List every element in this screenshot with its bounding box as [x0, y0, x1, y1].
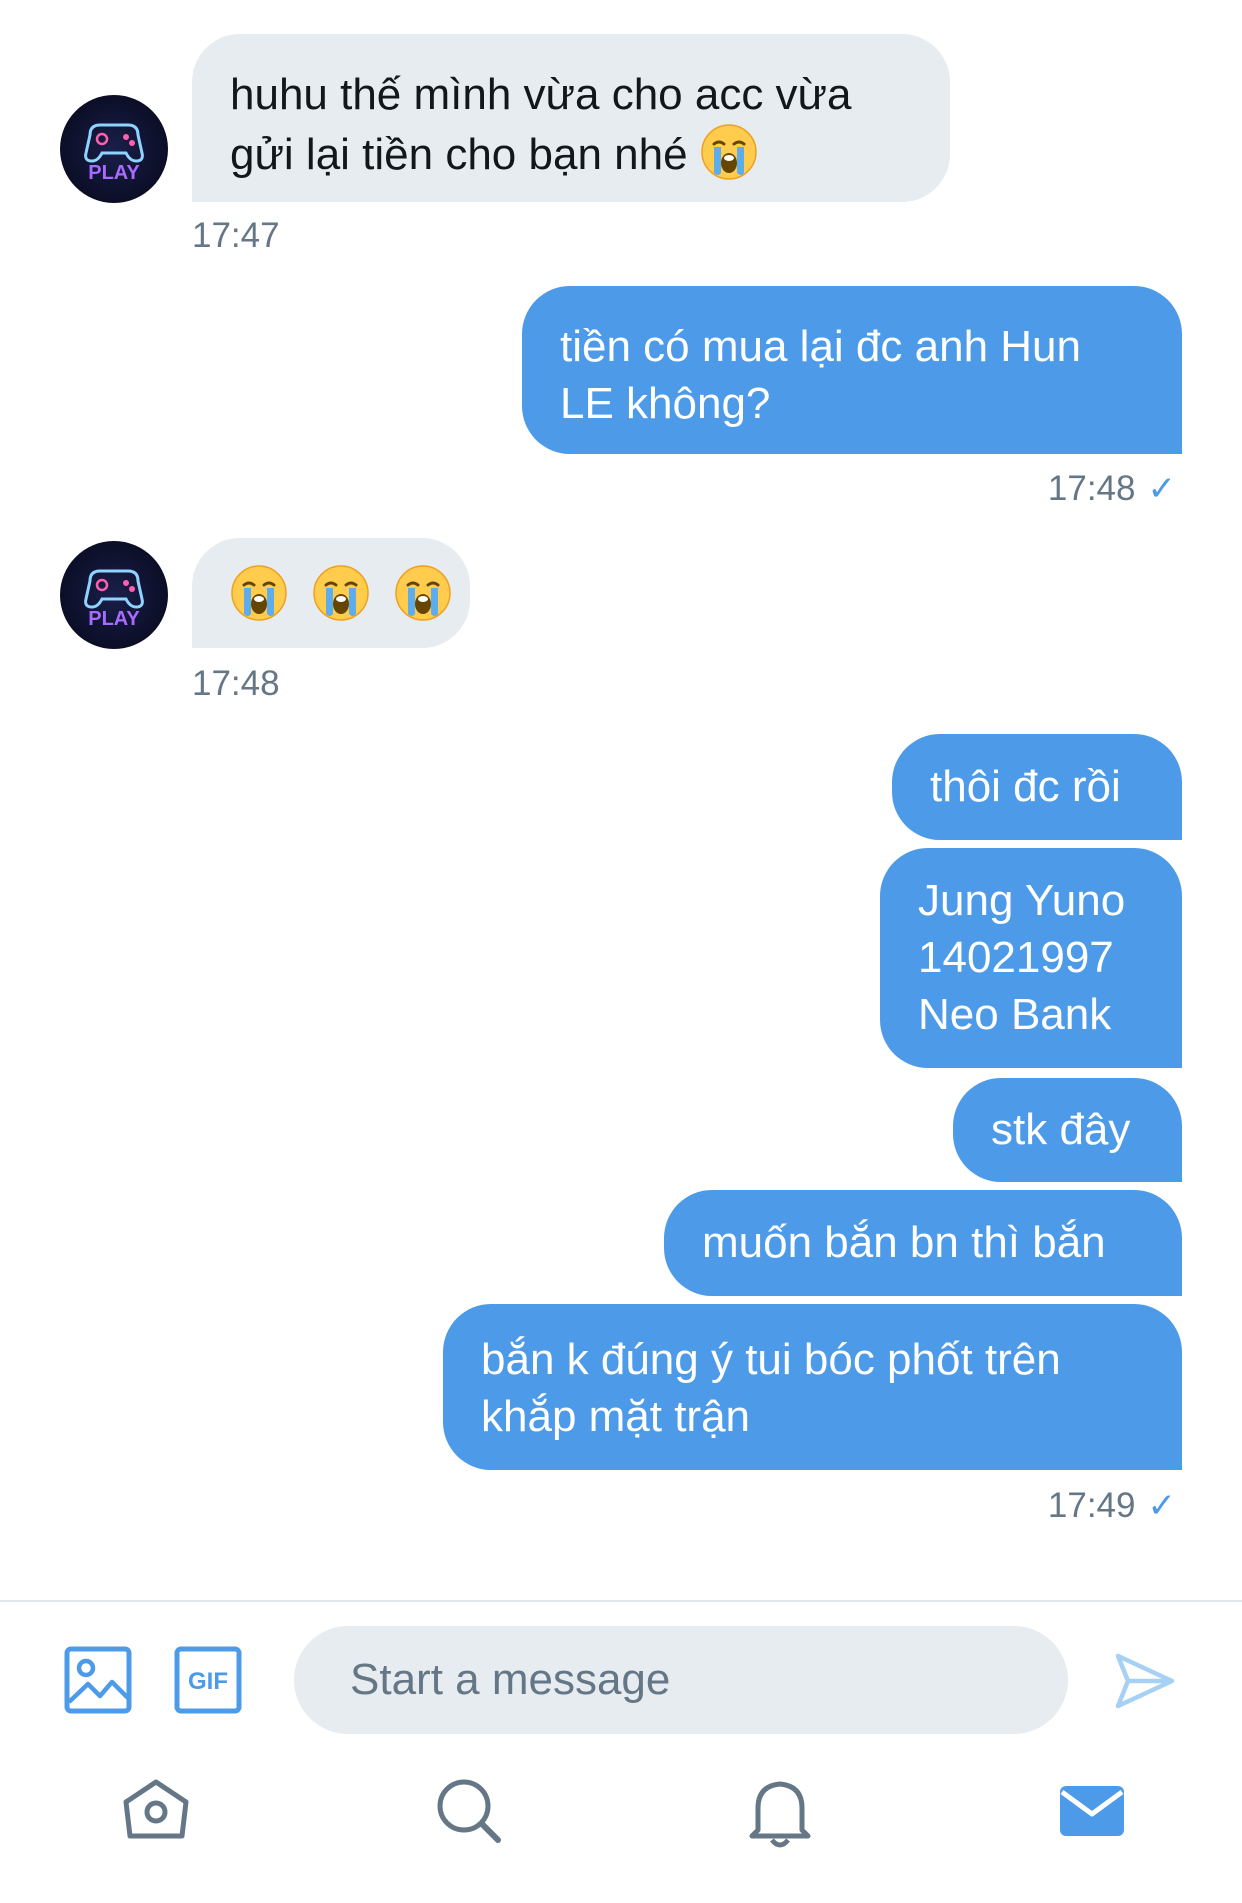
message-bubble-incoming[interactable]: huhu thế mình vừa cho acc vừa gửi lại ti… — [192, 34, 950, 202]
gif-button[interactable]: GIF — [174, 1646, 242, 1714]
message-bubble-outgoing[interactable]: bắn k đúng ý tui bóc phốt trên khắp mặt … — [443, 1304, 1182, 1470]
message-composer: GIF — [0, 1600, 1242, 1760]
message-timestamp-row: 17:48 ✓ — [1048, 469, 1176, 509]
sent-check-icon: ✓ — [1147, 470, 1177, 508]
message-bubble-outgoing[interactable]: tiền có mua lại đc anh Hun LE không? — [522, 286, 1182, 454]
message-line: tiền có mua lại đc anh Hun — [560, 322, 1081, 371]
message-timestamp-row: 17:49 ✓ — [1048, 1486, 1176, 1526]
loudly-crying-face-icon — [230, 564, 288, 622]
message-line: huhu thế mình vừa cho acc vừa — [230, 70, 852, 119]
image-icon[interactable] — [64, 1646, 132, 1714]
message-bubble-incoming[interactable] — [192, 538, 470, 648]
message-line: stk đây — [991, 1105, 1131, 1154]
message-timestamp: 17:49 — [1047, 1486, 1136, 1525]
loudly-crying-face-icon — [394, 564, 452, 622]
message-line: Neo Bank — [918, 990, 1112, 1039]
conversation: PLAY huhu thế mình vừa cho acc vừa gửi l… — [0, 0, 1242, 1600]
message-bubble-outgoing[interactable]: muốn bắn bn thì bắn — [664, 1190, 1182, 1296]
loudly-crying-face-icon — [700, 123, 758, 181]
message-bubble-outgoing[interactable]: stk đây — [953, 1078, 1182, 1182]
message-line: LE không? — [560, 379, 771, 428]
gamepad-icon: PLAY — [84, 569, 144, 630]
message-timestamp: 17:48 — [1047, 469, 1136, 508]
message-bubble-outgoing[interactable]: Jung Yuno 14021997 Neo Bank — [880, 848, 1182, 1068]
gif-label: GIF — [188, 1668, 228, 1695]
message-line: thôi đc rồi — [930, 762, 1121, 811]
message-input[interactable] — [294, 1626, 1068, 1734]
message-line: bắn k đúng ý tui bóc phốt trên — [481, 1335, 1061, 1384]
message-line: 14021997 — [918, 933, 1114, 982]
message-line: Jung Yuno — [918, 876, 1126, 925]
avatar-badge-text: PLAY — [88, 608, 140, 630]
gamepad-icon: PLAY — [84, 123, 144, 184]
message-line: gửi lại tiền cho bạn nhé — [230, 123, 912, 183]
message-timestamp: 17:47 — [192, 216, 280, 255]
avatar[interactable]: PLAY — [60, 541, 168, 649]
send-icon[interactable] — [1114, 1650, 1176, 1712]
message-line: khắp mặt trận — [481, 1392, 751, 1441]
loudly-crying-face-icon — [312, 564, 370, 622]
home-icon[interactable] — [106, 1760, 206, 1860]
message-line: muốn bắn bn thì bắn — [702, 1218, 1106, 1267]
notifications-bell-icon[interactable] — [730, 1760, 830, 1860]
bottom-tab-bar — [0, 1760, 1242, 1903]
message-timestamp: 17:48 — [192, 664, 280, 703]
messages-envelope-icon[interactable] — [1042, 1760, 1142, 1860]
search-icon[interactable] — [418, 1760, 518, 1860]
message-line-text: gửi lại tiền cho bạn nhé — [230, 130, 688, 179]
avatar[interactable]: PLAY — [60, 95, 168, 203]
sent-check-icon: ✓ — [1147, 1487, 1177, 1525]
message-bubble-outgoing[interactable]: thôi đc rồi — [892, 734, 1182, 840]
avatar-badge-text: PLAY — [88, 162, 140, 184]
